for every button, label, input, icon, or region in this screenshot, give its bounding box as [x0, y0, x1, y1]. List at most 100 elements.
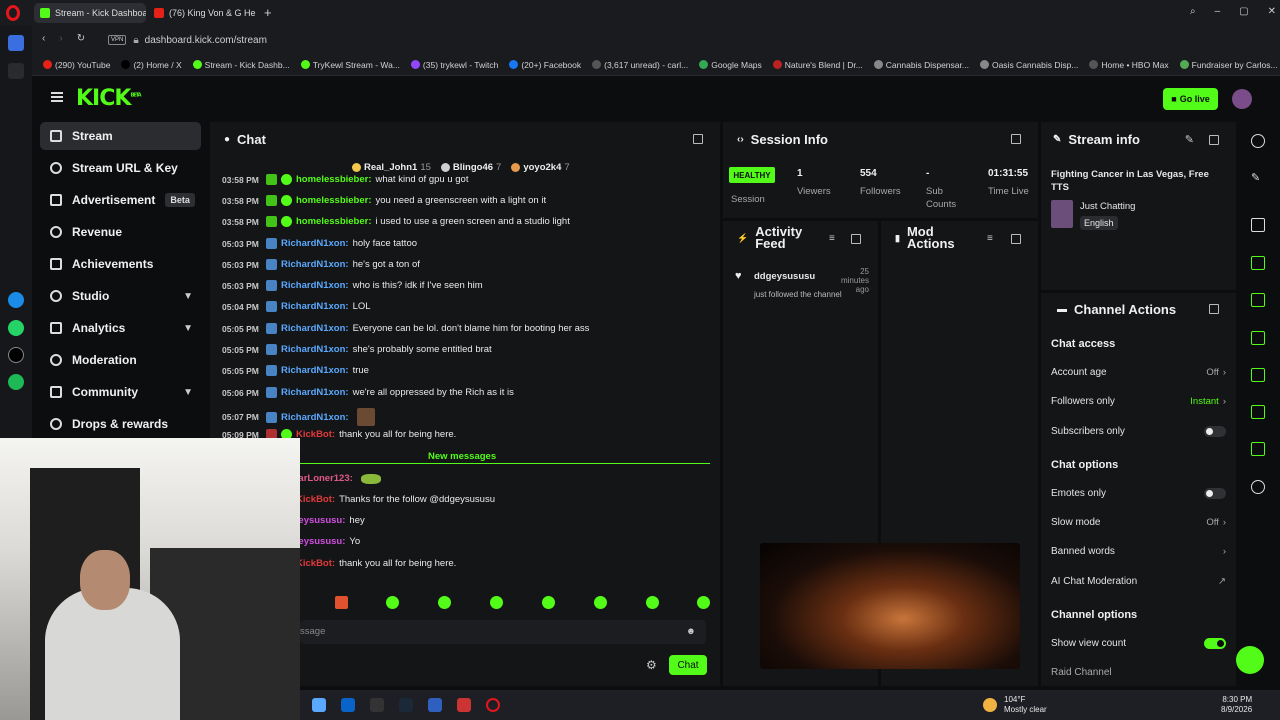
- message-username[interactable]: RichardN1xon:: [281, 412, 349, 423]
- broadcast-icon[interactable]: [1251, 368, 1265, 382]
- edit-icon[interactable]: ✎: [1185, 133, 1194, 146]
- slow-mode-row[interactable]: Slow mode Off ›: [1051, 517, 1226, 528]
- clock[interactable]: 8:30 PM 8/9/2026: [1221, 695, 1252, 715]
- sidebar-item-stream[interactable]: Stream: [40, 122, 201, 150]
- activity-user[interactable]: ddgeysususu: [754, 271, 815, 282]
- subscribers-only-toggle[interactable]: [1204, 426, 1226, 437]
- sidebar-item-community[interactable]: Community ▼: [40, 378, 201, 406]
- message-username[interactable]: RichardN1xon:: [281, 323, 349, 334]
- stream-preview[interactable]: [760, 543, 1020, 669]
- whatsapp-icon[interactable]: [8, 320, 24, 336]
- x-icon[interactable]: [8, 347, 24, 363]
- sidebar-item-revenue[interactable]: Revenue: [40, 218, 201, 246]
- filter-icon[interactable]: ≡: [987, 233, 993, 244]
- emote-button[interactable]: [542, 596, 555, 609]
- document-icon[interactable]: [1251, 293, 1265, 307]
- back-icon[interactable]: ‹: [42, 33, 45, 44]
- pinned-icon[interactable]: [8, 63, 24, 79]
- maximize-icon[interactable]: ▢: [1239, 6, 1248, 17]
- bookmark-item[interactable]: TryKewl Stream - Wa...: [300, 60, 400, 70]
- info-icon[interactable]: [1251, 134, 1265, 148]
- emote-button[interactable]: [335, 596, 348, 609]
- bookmark-item[interactable]: Oasis Cannabis Disp...: [979, 60, 1078, 70]
- menu-icon[interactable]: [51, 92, 63, 102]
- kick-logo[interactable]: KICKBETA: [76, 86, 142, 111]
- vpn-badge[interactable]: VPN: [108, 35, 127, 45]
- share-icon[interactable]: [1251, 480, 1265, 494]
- bookmark-item[interactable]: (3,617 unread) - carl...: [592, 60, 688, 70]
- avatar[interactable]: [1232, 89, 1252, 109]
- app-icon[interactable]: [428, 698, 442, 712]
- show-view-count-toggle[interactable]: [1204, 638, 1226, 649]
- message-username[interactable]: RichardN1xon:: [281, 238, 349, 249]
- raid-channel-row[interactable]: Raid Channel: [1051, 667, 1226, 678]
- bookmark-item[interactable]: (35) trykewl - Twitch: [410, 60, 498, 70]
- sidebar-item-analytics[interactable]: Analytics ▼: [40, 314, 201, 342]
- bookmark-item[interactable]: Home • HBO Max: [1089, 60, 1169, 70]
- chat-icon[interactable]: [1251, 331, 1265, 345]
- filter-icon[interactable]: ≡: [829, 233, 835, 244]
- popout-icon[interactable]: [851, 234, 861, 244]
- emotes-only-toggle[interactable]: [1204, 488, 1226, 499]
- explorer-icon[interactable]: [312, 698, 326, 712]
- fullscreen-icon[interactable]: [1251, 218, 1265, 232]
- help-button[interactable]: [1236, 646, 1264, 674]
- sidebar-item-studio[interactable]: Studio ▼: [40, 282, 201, 310]
- popout-icon[interactable]: [1209, 304, 1219, 314]
- message-username[interactable]: KickBot:: [296, 429, 335, 440]
- weather[interactable]: 104°F Mostly clear: [1004, 695, 1047, 715]
- forward-icon[interactable]: ›: [59, 33, 62, 44]
- url-field[interactable]: VPN 🔒︎ dashboard.kick.com/stream: [100, 30, 1250, 50]
- close-icon[interactable]: ✕: [1268, 6, 1276, 17]
- message-username[interactable]: KickBot:: [296, 494, 335, 505]
- message-username[interactable]: RichardN1xon:: [281, 365, 349, 376]
- messenger-icon[interactable]: [8, 292, 24, 308]
- emote-button[interactable]: [490, 596, 503, 609]
- emote-button[interactable]: [386, 596, 399, 609]
- message-username[interactable]: KickBot:: [296, 558, 335, 569]
- sidebar-item-advertisement[interactable]: Advertisement Beta: [40, 186, 201, 214]
- workspace-icon[interactable]: [8, 35, 24, 51]
- message-username[interactable]: RichardN1xon:: [281, 344, 349, 355]
- message-username[interactable]: RichardN1xon:: [281, 280, 349, 291]
- app-icon[interactable]: [370, 698, 384, 712]
- message-username[interactable]: homelessbieber:: [296, 195, 372, 206]
- bookmark-item[interactable]: Stream - Kick Dashb...: [192, 60, 290, 70]
- followers-only-row[interactable]: Followers only Instant ›: [1051, 396, 1226, 407]
- top-gifter[interactable]: Real_John1 15: [352, 162, 431, 173]
- emote-button[interactable]: [438, 596, 451, 609]
- emote-button[interactable]: [697, 596, 710, 609]
- bookmark-item[interactable]: Fundraiser by Carlos...: [1179, 60, 1278, 70]
- spotify-icon[interactable]: [8, 374, 24, 390]
- emote-button[interactable]: [594, 596, 607, 609]
- message-username[interactable]: RichardN1xon:: [281, 387, 349, 398]
- list-icon[interactable]: [1251, 405, 1265, 419]
- popout-icon[interactable]: [1209, 135, 1219, 145]
- top-gifter[interactable]: yoyo2k4 7: [511, 162, 570, 173]
- bookmark-item[interactable]: (20+) Facebook: [509, 60, 581, 70]
- chat-input[interactable]: ssage ☻: [300, 620, 706, 644]
- sidebar-item-moderation[interactable]: Moderation: [40, 346, 201, 374]
- popout-icon[interactable]: [693, 134, 703, 144]
- pencil-icon[interactable]: ✎: [1251, 171, 1265, 185]
- gear-icon[interactable]: ⚙: [646, 658, 658, 672]
- emoji-icon[interactable]: ☻: [686, 626, 696, 637]
- popout-icon[interactable]: [1011, 234, 1021, 244]
- category-name[interactable]: Just Chatting: [1080, 201, 1135, 212]
- bookmark-item[interactable]: (2) Home / X: [121, 60, 182, 70]
- message-username[interactable]: RichardN1xon:: [281, 259, 349, 270]
- bookmark-item[interactable]: Cannabis Dispensar...: [873, 60, 969, 70]
- reload-icon[interactable]: ↻: [77, 33, 85, 44]
- emote-button[interactable]: [646, 596, 659, 609]
- tools-icon[interactable]: [1251, 442, 1265, 456]
- top-gifter[interactable]: Blingo46 7: [440, 162, 501, 173]
- bookmark-item[interactable]: Google Maps: [699, 60, 762, 70]
- go-live-button[interactable]: ■ Go live: [1163, 88, 1218, 110]
- new-tab-icon[interactable]: +: [264, 5, 272, 20]
- sidebar-item-drops-rewards[interactable]: Drops & rewards: [40, 410, 201, 438]
- account-age-row[interactable]: Account age Off ›: [1051, 367, 1226, 378]
- steam-icon[interactable]: [399, 698, 413, 712]
- ai-moderation-row[interactable]: AI Chat Moderation ↗: [1051, 576, 1226, 587]
- minimize-icon[interactable]: –: [1215, 6, 1221, 17]
- sidebar-item-achievements[interactable]: Achievements: [40, 250, 201, 278]
